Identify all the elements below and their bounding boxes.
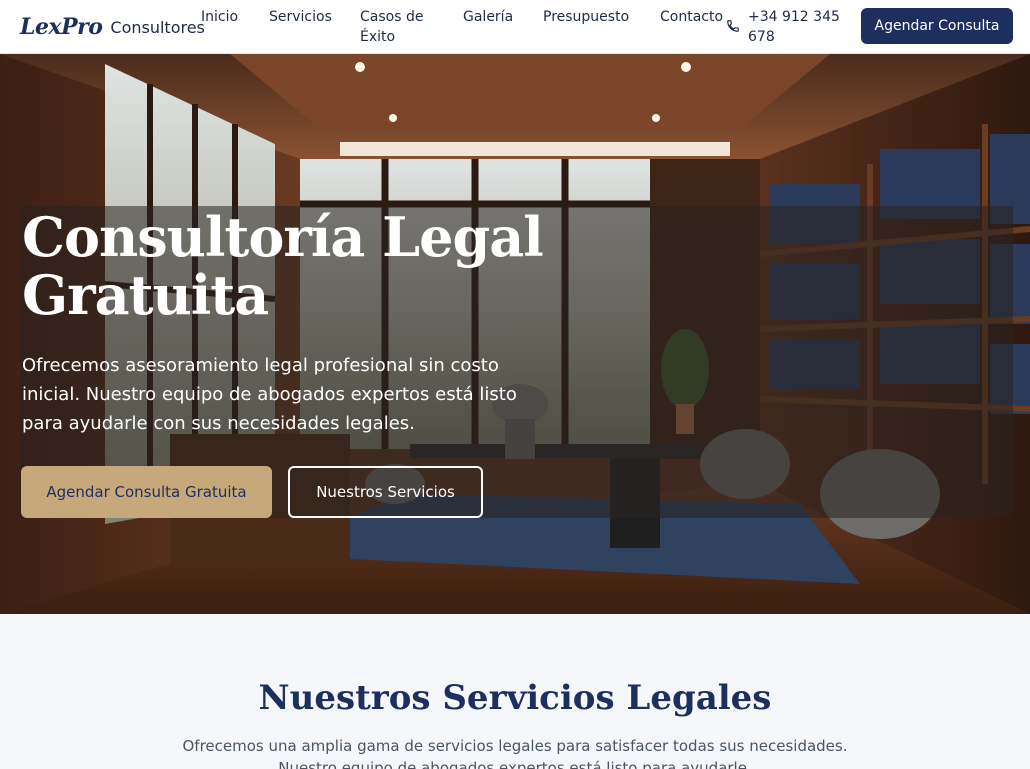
brand-name: Consultores [110, 17, 205, 37]
phone-contact[interactable]: +34 912 345 678 [726, 7, 846, 47]
nav-contacto[interactable]: Contacto [660, 7, 723, 27]
phone-icon [727, 20, 739, 32]
hero-title: Consultoría Legal Gratuita [22, 205, 544, 327]
nav-galeria[interactable]: Galería [463, 7, 513, 27]
brand-logo[interactable]: LexPro Consultores [20, 12, 205, 42]
phone-number: +34 912 345 678 [748, 9, 840, 45]
nuestros-servicios-button[interactable]: Nuestros Servicios [288, 466, 483, 518]
site-header: LexPro Consultores Inicio Servicios Caso… [0, 0, 1030, 54]
nav-servicios[interactable]: Servicios [269, 7, 332, 27]
agendar-consulta-button[interactable]: Agendar Consulta [861, 8, 1013, 44]
services-description: Ofrecemos una amplia gama de servicios l… [182, 737, 848, 769]
nav-casos-de-exito[interactable]: Casos de Éxito [360, 7, 438, 47]
services-title: Nuestros Servicios Legales [258, 678, 772, 718]
services-section: Nuestros Servicios Legales Ofrecemos una… [0, 614, 1030, 769]
nav-inicio[interactable]: Inicio [201, 7, 238, 27]
nav-presupuesto[interactable]: Presupuesto [543, 7, 629, 27]
hero-section: Consultoría Legal Gratuita Ofrecemos ase… [0, 54, 1030, 614]
hero-description: Ofrecemos asesoramiento legal profesiona… [22, 355, 517, 434]
brand-logo-script: LexPro [20, 14, 103, 40]
agendar-consulta-gratuita-button[interactable]: Agendar Consulta Gratuita [21, 466, 272, 518]
